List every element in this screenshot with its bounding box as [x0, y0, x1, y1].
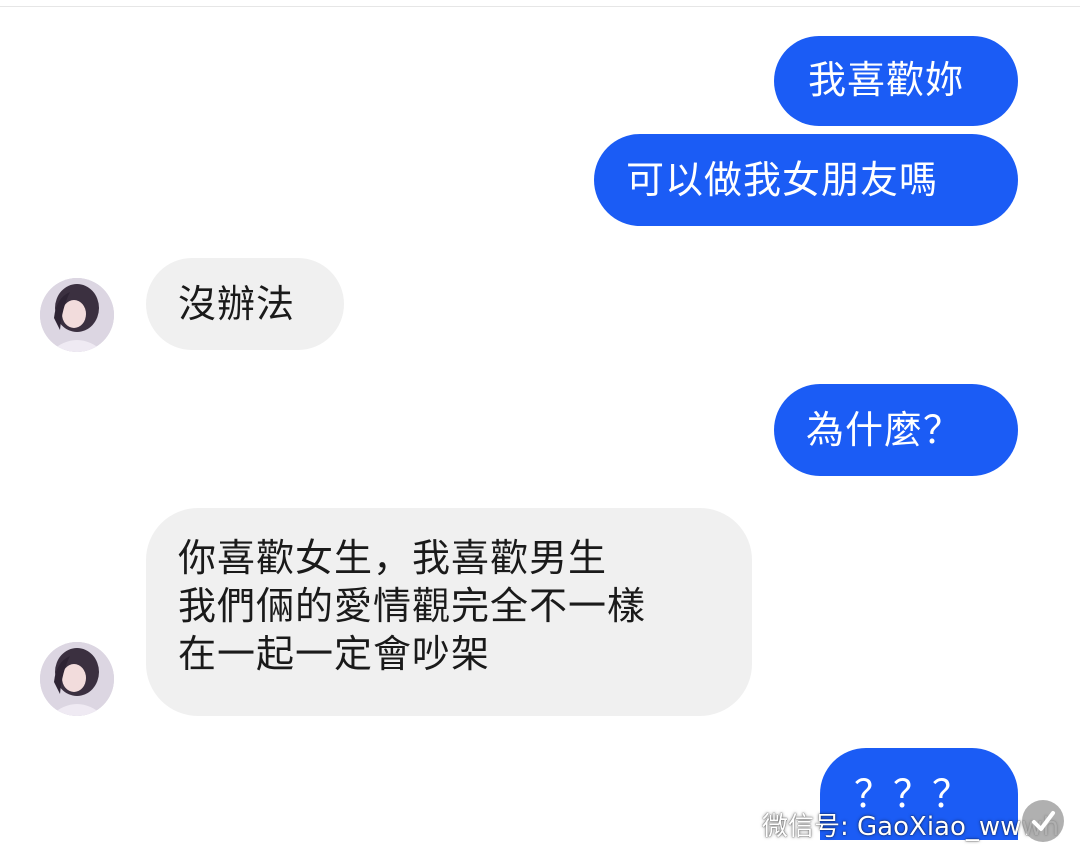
avatar-image — [40, 642, 114, 716]
top-divider — [0, 6, 1080, 7]
sent-message-bubble[interactable]: 我喜歡妳 — [774, 36, 1018, 126]
contact-avatar[interactable] — [40, 642, 114, 716]
received-message-bubble[interactable]: 沒辦法 — [146, 258, 344, 350]
contact-avatar[interactable] — [40, 278, 114, 352]
check-icon — [1022, 800, 1064, 842]
watermark: 微信号: GaoXiao_wwwh — [720, 808, 1060, 842]
avatar-image — [40, 278, 114, 352]
wechat-icon — [720, 810, 754, 837]
watermark-text: 微信号: GaoXiao_wwwh — [762, 811, 1060, 842]
sent-message-bubble[interactable]: 為什麼？ — [774, 384, 1018, 476]
received-message-bubble[interactable]: 你喜歡女生，我喜歡男生 我們倆的愛情觀完全不一樣 在一起一定會吵架 — [146, 508, 752, 716]
sent-message-bubble[interactable]: 可以做我女朋友嗎 — [594, 134, 1018, 226]
